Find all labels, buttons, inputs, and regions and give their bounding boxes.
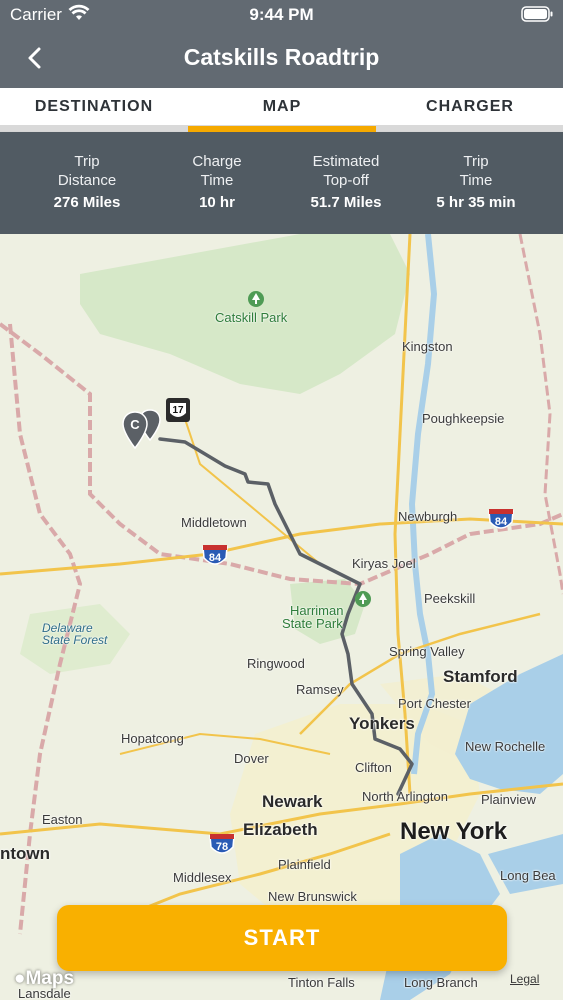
clock: 9:44 PM — [249, 5, 314, 24]
map-label: Ringwood — [247, 656, 305, 671]
stat-estimated-topoff: Estimated Top-off 51.7 Miles — [276, 152, 416, 212]
map-label: Spring Valley — [389, 644, 465, 659]
map-label: Stamford — [443, 667, 518, 686]
map-label: Middletown — [181, 515, 247, 530]
interstate-84-east-shield-icon: 84 — [488, 509, 514, 529]
tab-destination[interactable]: DESTINATION — [0, 88, 188, 132]
legal-link[interactable]: Legal — [510, 972, 539, 986]
start-button[interactable]: START — [57, 905, 507, 971]
map-label: Elizabeth — [243, 820, 318, 839]
page-title: Catskills Roadtrip — [183, 44, 380, 70]
map-label: Long Branch — [404, 975, 478, 990]
battery-icon — [521, 6, 553, 27]
tab-map-label: MAP — [262, 98, 302, 115]
stat-charge-time: Charge Time 10 hr — [147, 152, 287, 212]
route-17-shield-icon: 17 — [166, 398, 190, 422]
map-label: Dover — [234, 751, 269, 766]
stat-value: 51.7 Miles — [310, 194, 382, 211]
map-label: Ramsey — [296, 682, 344, 697]
tab-destination-label: DESTINATION — [34, 98, 154, 115]
stat-value: 276 Miles — [53, 194, 121, 211]
map-label: Easton — [42, 812, 83, 827]
map-label: Catskill Park — [215, 310, 288, 325]
map-label: Yonkers — [349, 714, 415, 733]
maps-brand-logo: ●Maps — [14, 968, 74, 990]
map-label: Plainfield — [278, 857, 331, 872]
pin-letter: C — [130, 417, 140, 432]
map-label: Hopatcong — [121, 731, 184, 746]
map-label: Kiryas Joel — [352, 556, 416, 571]
park-tree-icon — [248, 291, 264, 307]
stat-label: Trip — [463, 153, 489, 170]
map-label: North Arlington — [362, 789, 448, 804]
map-label: State Forest — [42, 633, 108, 647]
map-view[interactable]: C 17 84 84 78 Catskill Park Kingston Pou… — [0, 234, 563, 1000]
interstate-78-shield-icon: 78 — [209, 834, 235, 854]
map-label: State Park — [282, 616, 343, 631]
map-label: New Brunswick — [268, 889, 357, 904]
trip-stats-panel: Trip Distance 276 Miles Charge Time 10 h… — [0, 132, 563, 234]
map-label: Newburgh — [398, 509, 458, 524]
stat-label: Time — [200, 172, 234, 189]
stat-label: Time — [459, 172, 493, 189]
map-label: Clifton — [355, 760, 392, 775]
map-pin-icon[interactable]: C — [118, 408, 164, 454]
map-label: Plainview — [481, 792, 536, 807]
interstate-84-west-shield-icon: 84 — [202, 545, 228, 565]
map-label: Newark — [262, 792, 323, 811]
tab-charger-label: CHARGER — [426, 98, 514, 115]
stat-label: Charge — [192, 153, 242, 170]
map-label: Kingston — [402, 339, 453, 354]
maps-brand-text: Maps — [25, 968, 75, 989]
stat-label: Top-off — [323, 172, 369, 189]
map-label: Middlesex — [173, 870, 232, 885]
tab-map[interactable]: MAP — [188, 88, 376, 132]
i78-number: 78 — [216, 841, 228, 853]
stat-label: Trip — [74, 153, 100, 170]
map-label: Long Bea — [500, 868, 556, 883]
stat-trip-time: Trip Time 5 hr 35 min — [406, 152, 546, 212]
map-label: Peekskill — [424, 591, 476, 606]
map-label: ntown — [0, 844, 51, 863]
map-label: Port Chester — [398, 696, 471, 711]
stat-value: 5 hr 35 min — [436, 194, 516, 211]
i84-west-number: 84 — [209, 552, 222, 564]
stat-value: 10 hr — [199, 194, 235, 211]
map-label: New York — [400, 818, 508, 845]
navigation-bar: Catskills Roadtrip — [0, 30, 563, 88]
park-tree-icon — [355, 591, 371, 607]
stat-label: Distance — [57, 172, 117, 189]
stat-trip-distance: Trip Distance 276 Miles — [17, 152, 157, 212]
stat-label: Estimated — [312, 153, 380, 170]
status-bar: Carrier 9:44 PM — [0, 0, 563, 30]
map-label: Tinton Falls — [288, 975, 355, 990]
map-label: New Rochelle — [465, 739, 546, 754]
i84-east-number: 84 — [495, 516, 508, 528]
map-label: Poughkeepsie — [422, 411, 505, 426]
apple-logo-icon: ● — [14, 968, 26, 989]
tab-bar: DESTINATION MAP CHARGER — [0, 88, 563, 132]
tab-charger[interactable]: CHARGER — [376, 88, 563, 132]
route-17-number: 17 — [172, 405, 184, 416]
